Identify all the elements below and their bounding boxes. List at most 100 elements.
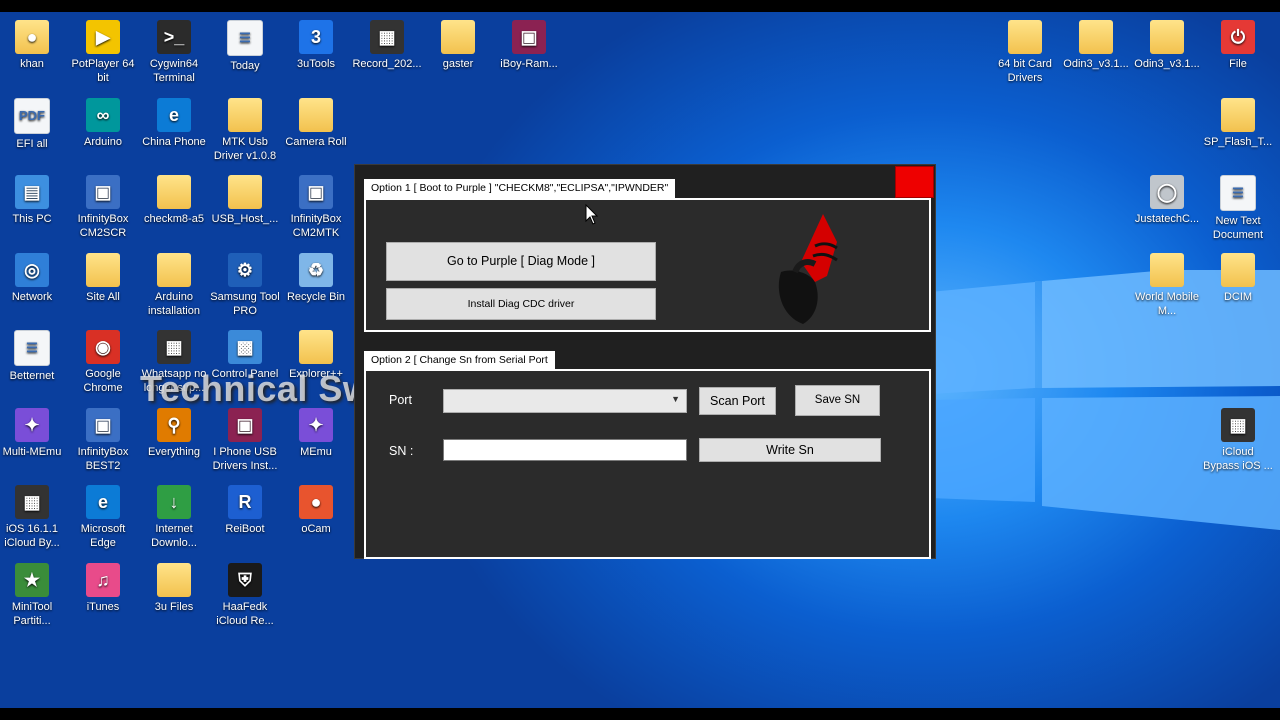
desktop-icon-item[interactable]: ▣ I Phone USB Drivers Inst... — [210, 407, 280, 473]
desktop-icon-label: Record_202... — [352, 58, 422, 70]
logo-mask-icon — [778, 214, 838, 324]
desktop-icon-item[interactable]: ◎ Network — [0, 252, 67, 304]
desktop-icon-item[interactable]: Camera Roll — [281, 97, 351, 149]
network-icon: ◎ — [15, 252, 49, 287]
arduino-icon: ∞ — [86, 97, 120, 132]
sn-input[interactable] — [443, 439, 687, 461]
terminal-icon: >_ — [157, 20, 191, 54]
desktop-icon-item[interactable]: 3u Files — [139, 562, 209, 614]
desktop-icon-item[interactable]: DCIM — [1203, 253, 1273, 304]
desktop-icon-item[interactable]: ▦ iCloud Bypass iOS ... — [1203, 408, 1273, 473]
mouse-cursor-icon — [585, 204, 599, 225]
desktop-icon-item[interactable]: e China Phone — [139, 97, 209, 149]
save-sn-button[interactable]: Save SN — [795, 385, 880, 416]
port-select[interactable]: ▼ — [443, 389, 687, 413]
app-icon: ▣ — [86, 407, 120, 442]
desktop-icon-item[interactable]: e Microsoft Edge — [68, 485, 138, 550]
desktop-icon-item[interactable]: ▣ InfinityBox CM2MTK — [281, 175, 351, 240]
desktop-icon-item[interactable]: PDF EFI all — [0, 97, 67, 151]
desktop-icon-item[interactable]: ▤ This PC — [0, 175, 67, 226]
desktop-icon-label: iCloud Bypass iOS ... — [1203, 446, 1273, 472]
desktop-icon-item[interactable]: R ReiBoot — [210, 485, 280, 536]
install-driver-button[interactable]: Install Diag CDC driver — [386, 288, 656, 320]
desktop-icon-item[interactable]: SP_Flash_T... — [1203, 98, 1273, 149]
music-icon: ♫ — [86, 562, 120, 597]
desktop-icon-item[interactable]: ✦ MEmu — [281, 407, 351, 459]
write-sn-button[interactable]: Write Sn — [699, 438, 881, 462]
desktop-icon-item[interactable]: 3 3uTools — [281, 20, 351, 71]
desktop-icon-item[interactable]: 64 bit Card Drivers — [990, 20, 1060, 85]
desktop-icon-label: Internet Downlo... — [151, 523, 197, 549]
option-2-panel: Port ▼ Scan Port Save SN SN : Write Sn — [364, 369, 931, 559]
folder-icon — [228, 175, 262, 209]
diag-mode-button[interactable]: Go to Purple [ Diag Mode ] — [386, 242, 656, 281]
desktop-icon-item[interactable]: World Mobile M... — [1132, 253, 1202, 318]
desktop-icon-item[interactable]: ● oCam — [281, 485, 351, 536]
desktop-icon-item[interactable]: ▶ PotPlayer 64 bit — [68, 20, 138, 85]
power-icon: ⏻ — [1221, 20, 1255, 54]
gear-icon: ⚙ — [228, 252, 262, 287]
desktop-icon-item[interactable]: ▦ Record_202... — [352, 20, 422, 71]
desktop-icon-item[interactable]: ✦ Multi-MEmu — [0, 407, 67, 459]
desktop-icon-label: khan — [20, 58, 44, 70]
desktop-icon-item[interactable]: ♫ iTunes — [68, 562, 138, 614]
desktop-icon-label: MEmu — [300, 445, 332, 458]
desktop-icon-item[interactable]: ▣ iBoy-Ram... — [494, 20, 564, 71]
desktop-icon-label: MiniTool Partiti... — [11, 600, 53, 627]
desktop-icon-item[interactable]: ▣ InfinityBox CM2SCR — [68, 175, 138, 240]
folder-icon — [299, 97, 333, 132]
desktop-icon-item[interactable]: ◯ JustatechC... — [1132, 175, 1202, 226]
desktop-icon-item[interactable]: gaster — [423, 20, 493, 71]
desktop-icon-label: EFI all — [16, 137, 48, 150]
desktop-icon-item[interactable]: Arduino installation — [139, 252, 209, 318]
desktop-icon-item[interactable]: ∞ Arduino — [68, 97, 138, 149]
memu-icon: ✦ — [299, 407, 333, 442]
folder-icon — [86, 252, 120, 287]
desktop-icon-item[interactable]: ● khan — [0, 20, 67, 71]
desktop-icon-item[interactable]: Odin3_v3.1... — [1061, 20, 1131, 71]
desktop-icon-item[interactable]: ▦ iOS 16.1.1 iCloud By... — [0, 485, 67, 550]
pdf-icon: PDF — [14, 97, 50, 134]
desktop-icon-item[interactable]: ⏻ File — [1203, 20, 1273, 71]
desktop-icon-item[interactable]: >_ Cygwin64 Terminal — [139, 20, 209, 85]
desktop-icon-label: InfinityBox CM2MTK — [290, 213, 342, 239]
desktop-icon-label: iTunes — [86, 600, 120, 613]
video-file-icon: ▦ — [1221, 408, 1255, 442]
desktop-icon-item[interactable]: ⚲ Everything — [139, 407, 209, 459]
desktop-icon-item[interactable]: ☰ Betternet — [0, 330, 67, 383]
app-window: Option 1 [ Boot to Purple ] "CHECKM8","E… — [354, 164, 936, 559]
desktop-icon-item[interactable]: Odin3_v3.1... — [1132, 20, 1202, 71]
desktop-icon-label: InfinityBox BEST2 — [77, 445, 129, 472]
option-1-panel: Go to Purple [ Diag Mode ] Install Diag … — [364, 198, 931, 332]
close-button[interactable] — [895, 166, 934, 198]
desktop-icon-item[interactable]: ◉ Google Chrome — [68, 330, 138, 395]
video-file-icon: ▦ — [15, 485, 49, 519]
tab-option-2[interactable]: Option 2 [ Change Sn from Serial Port — [364, 351, 555, 370]
document-icon: ☰ — [14, 330, 50, 366]
desktop-icon-label: New Text Document — [1212, 215, 1264, 241]
chrome-icon: ◉ — [86, 330, 120, 364]
desktop-icon-item[interactable]: USB_Host_... — [210, 175, 280, 226]
desktop-icon-item[interactable]: ↓ Internet Downlo... — [139, 485, 209, 550]
download-icon: ↓ — [157, 485, 191, 519]
desktop: ● khan ▶ PotPlayer 64 bit >_ Cygwin64 Termina… — [0, 12, 1280, 708]
minitool-icon: ★ — [15, 562, 49, 597]
desktop-icon-item[interactable]: ☰ Today — [210, 20, 280, 73]
desktop-icon-item[interactable]: Site All — [68, 252, 138, 304]
desktop-icon-item[interactable]: checkm8-a5 — [139, 175, 209, 226]
desktop-icon-item[interactable]: ▣ InfinityBox BEST2 — [68, 407, 138, 473]
desktop-icon-item[interactable]: ⚙ Samsung Tool PRO — [210, 252, 280, 318]
desktop-icon-item[interactable]: ★ MiniTool Partiti... — [0, 562, 67, 628]
tab-option-1[interactable]: Option 1 [ Boot to Purple ] "CHECKM8","E… — [364, 179, 676, 198]
desktop-icon-label: Microsoft Edge — [80, 523, 126, 549]
scan-port-button[interactable]: Scan Port — [699, 387, 776, 415]
desktop-icon-item[interactable]: ☰ New Text Document — [1203, 175, 1273, 242]
desktop-icon-item[interactable]: MTK Usb Driver v1.0.8 — [210, 97, 280, 163]
desktop-icon-label: DCIM — [1223, 291, 1253, 303]
winrar-icon: ▣ — [512, 20, 546, 54]
desktop-icon-label: Betternet — [9, 370, 55, 382]
desktop-icon-label: Multi-MEmu — [2, 445, 62, 458]
desktop-icon-item[interactable]: ⛨ HaaFedk iCloud Re... — [210, 562, 280, 628]
desktop-icon-item[interactable]: ♻ Recycle Bin — [281, 252, 351, 304]
desktop-icon-label: Today — [230, 60, 260, 72]
